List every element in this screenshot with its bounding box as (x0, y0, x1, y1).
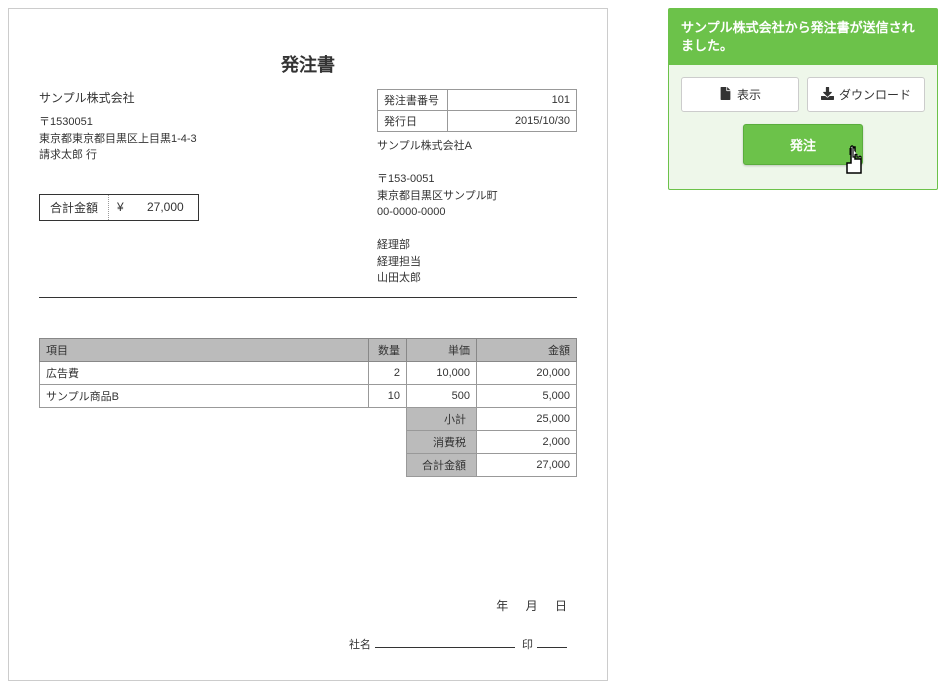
file-icon (719, 87, 732, 103)
date-line: 年 月 日 (39, 597, 577, 614)
subtotal-value: 25,000 (477, 407, 577, 430)
total-box: 合計金額 ¥ 27,000 (39, 194, 199, 221)
tax-label: 消費税 (407, 430, 477, 453)
notification-panel: サンプル株式会社から発注書が送信されました。 表示 ダウンロード 発注 (668, 8, 938, 190)
total-amount: 27,000 (128, 196, 198, 218)
item-qty: 2 (369, 361, 407, 384)
panel-body: 表示 ダウンロード 発注 (669, 65, 937, 189)
view-label: 表示 (737, 86, 761, 103)
recipient-attention: 請求太郎 行 (39, 147, 357, 164)
item-amount: 20,000 (477, 361, 577, 384)
table-row: 広告費 2 10,000 20,000 (40, 361, 577, 384)
item-qty: 10 (369, 384, 407, 407)
stamp-line: 社名 印 (39, 636, 577, 652)
issuer-phone: 00-0000-0000 (377, 204, 577, 221)
grand-total-value: 27,000 (477, 453, 577, 476)
order-no-value: 101 (448, 90, 577, 111)
download-button[interactable]: ダウンロード (807, 77, 925, 112)
col-amt-header: 金額 (477, 338, 577, 361)
document-title: 発注書 (39, 51, 577, 77)
issuer-dept: 経理部 (377, 237, 577, 254)
issue-date-label: 発行日 (378, 111, 448, 132)
item-name: 広告費 (40, 361, 369, 384)
table-row: サンプル商品B 10 500 5,000 (40, 384, 577, 407)
panel-message: サンプル株式会社から発注書が送信されました。 (669, 9, 937, 65)
item-amount: 5,000 (477, 384, 577, 407)
seal-label: 印 (522, 639, 533, 651)
button-row: 表示 ダウンロード (681, 77, 925, 112)
item-name: サンプル商品B (40, 384, 369, 407)
grand-total-label: 合計金額 (407, 453, 477, 476)
recipient-postal: 〒1530051 (39, 114, 357, 131)
issuer-role: 経理担当 (377, 254, 577, 271)
item-unit: 500 (407, 384, 477, 407)
item-unit: 10,000 (407, 361, 477, 384)
col-qty-header: 数量 (369, 338, 407, 361)
view-button[interactable]: 表示 (681, 77, 799, 112)
recipient-block: サンプル株式会社 〒1530051 東京都東京都目黒区上目黒1-4-3 請求太郎… (39, 89, 357, 287)
order-button[interactable]: 発注 (743, 124, 863, 165)
total-label: 合計金額 (40, 195, 109, 220)
order-no-label: 発注書番号 (378, 90, 448, 111)
total-currency: ¥ (109, 196, 128, 218)
header-row: サンプル株式会社 〒1530051 東京都東京都目黒区上目黒1-4-3 請求太郎… (39, 89, 577, 287)
download-label: ダウンロード (839, 86, 911, 103)
purchase-order-document: 発注書 サンプル株式会社 〒1530051 東京都東京都目黒区上目黒1-4-3 … (8, 8, 608, 681)
subtotal-label: 小計 (407, 407, 477, 430)
issuer-company: サンプル株式会社A (377, 138, 577, 155)
col-unit-header: 単価 (407, 338, 477, 361)
meta-table: 発注書番号 101 発行日 2015/10/30 (377, 89, 577, 132)
issue-date-value: 2015/10/30 (448, 111, 577, 132)
download-icon (821, 87, 834, 103)
col-item-header: 項目 (40, 338, 369, 361)
issuer-column: 発注書番号 101 発行日 2015/10/30 サンプル株式会社A 〒153-… (377, 89, 577, 287)
issuer-person: 山田太郎 (377, 270, 577, 287)
issuer-address: 東京都目黒区サンプル町 (377, 188, 577, 205)
recipient-company: サンプル株式会社 (39, 89, 357, 106)
items-table: 項目 数量 単価 金額 広告費 2 10,000 20,000 サンプル商品B … (39, 338, 577, 477)
tax-value: 2,000 (477, 430, 577, 453)
divider (39, 297, 577, 298)
issuer-postal: 〒153-0051 (377, 171, 577, 188)
issuer-block: サンプル株式会社A 〒153-0051 東京都目黒区サンプル町 00-0000-… (377, 138, 577, 287)
company-name-label: 社名 (349, 639, 371, 651)
recipient-address: 東京都東京都目黒区上目黒1-4-3 (39, 131, 357, 148)
